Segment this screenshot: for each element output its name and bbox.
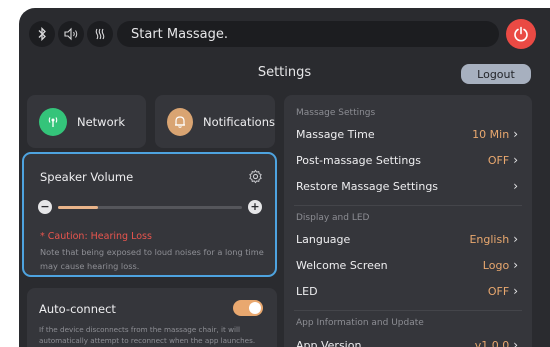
welcome-screen-label: Welcome Screen bbox=[296, 258, 388, 272]
speaker-volume-card: Speaker Volume − + * Caution: Hearing Lo… bbox=[22, 152, 277, 277]
network-label: Network bbox=[77, 114, 126, 129]
antenna-icon bbox=[39, 107, 67, 136]
massage-time-value: 10 Min bbox=[472, 127, 510, 141]
app-version-row[interactable]: App Version v1.0.0 › bbox=[284, 332, 532, 347]
section-app-info: App Information and Update bbox=[296, 318, 424, 328]
power-icon bbox=[514, 26, 528, 42]
auto-connect-toggle[interactable] bbox=[233, 300, 263, 316]
chevron-right-icon: › bbox=[513, 258, 518, 272]
led-row[interactable]: LED OFF › bbox=[284, 278, 532, 304]
auto-connect-card: Auto-connect If the device disconnects f… bbox=[27, 288, 277, 347]
volume-slider-fill bbox=[58, 206, 99, 209]
restore-massage-label: Restore Massage Settings bbox=[296, 179, 439, 193]
bluetooth-icon[interactable] bbox=[29, 21, 55, 47]
network-card[interactable]: Network bbox=[27, 95, 146, 148]
restore-massage-row[interactable]: Restore Massage Settings › bbox=[284, 173, 532, 199]
post-massage-label: Post-massage Settings bbox=[296, 153, 422, 167]
divider bbox=[294, 205, 522, 206]
post-massage-row[interactable]: Post-massage Settings OFF › bbox=[284, 147, 532, 173]
speaker-volume-title: Speaker Volume bbox=[40, 170, 134, 184]
hearing-note: Note that being exposed to loud noises f… bbox=[40, 247, 264, 271]
status-bar: Start Massage. bbox=[117, 21, 499, 47]
welcome-screen-value: Logo bbox=[482, 258, 510, 272]
massage-time-label: Massage Time bbox=[296, 127, 375, 141]
speaker-icon[interactable] bbox=[58, 21, 84, 47]
app-version-label: App Version bbox=[296, 338, 362, 347]
toggle-knob bbox=[249, 302, 261, 314]
volume-slider[interactable] bbox=[58, 206, 242, 209]
auto-connect-title: Auto-connect bbox=[39, 302, 116, 316]
logout-button[interactable]: Logout bbox=[461, 64, 531, 84]
section-massage-settings: Massage Settings bbox=[296, 108, 376, 118]
notifications-card[interactable]: Notifications bbox=[155, 95, 275, 148]
post-massage-value: OFF bbox=[487, 153, 510, 167]
notifications-label: Notifications bbox=[203, 114, 275, 129]
chevron-right-icon: › bbox=[513, 127, 518, 141]
volume-decrease-button[interactable]: − bbox=[38, 200, 52, 214]
led-label: LED bbox=[296, 284, 318, 298]
language-value: English bbox=[469, 232, 510, 246]
language-label: Language bbox=[296, 232, 351, 246]
heat-icon[interactable] bbox=[87, 21, 113, 47]
section-display-led: Display and LED bbox=[296, 213, 370, 223]
gear-icon[interactable] bbox=[248, 169, 263, 188]
welcome-screen-row[interactable]: Welcome Screen Logo › bbox=[284, 252, 532, 278]
settings-panel: Massage Settings Massage Time 10 Min › Po… bbox=[284, 95, 532, 347]
led-value: OFF bbox=[487, 284, 510, 298]
chevron-right-icon: › bbox=[513, 284, 518, 298]
status-text: Start Massage. bbox=[131, 26, 228, 42]
top-bar: Start Massage. bbox=[19, 8, 550, 58]
language-row[interactable]: Language English › bbox=[284, 226, 532, 252]
auto-connect-note: If the device disconnects from the massa… bbox=[39, 325, 256, 345]
chevron-right-icon: › bbox=[513, 338, 518, 347]
massage-time-row[interactable]: Massage Time 10 Min › bbox=[284, 121, 532, 147]
app-screen: Start Massage. Settings Logout Network N… bbox=[19, 8, 550, 347]
bell-icon bbox=[167, 107, 194, 136]
hearing-caution: * Caution: Hearing Loss bbox=[40, 231, 152, 242]
chevron-right-icon: › bbox=[513, 153, 518, 167]
volume-increase-button[interactable]: + bbox=[248, 200, 262, 214]
app-version-value: v1.0.0 bbox=[474, 338, 510, 347]
chevron-right-icon: › bbox=[513, 232, 518, 246]
chevron-right-icon: › bbox=[513, 179, 518, 193]
divider bbox=[294, 310, 522, 311]
power-button[interactable] bbox=[506, 19, 536, 49]
